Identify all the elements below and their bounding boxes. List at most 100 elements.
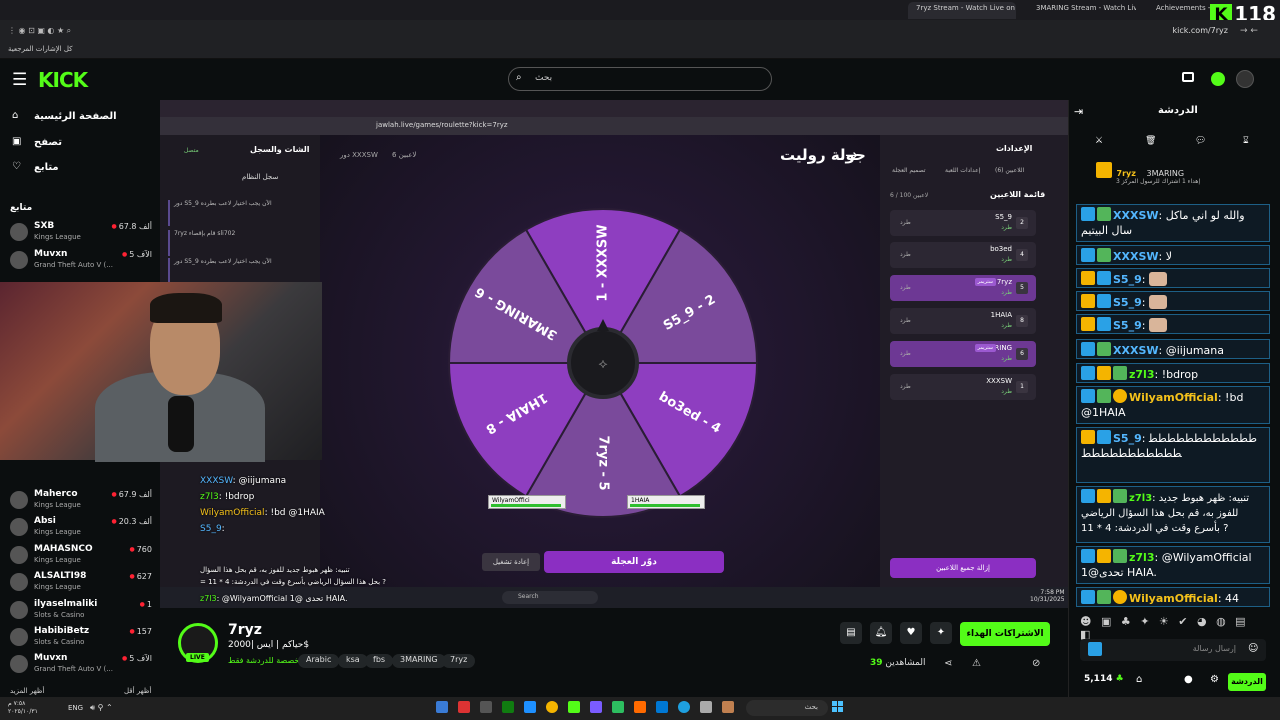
chat-message[interactable]: XXXSW: لا — [1076, 245, 1270, 265]
chat-message[interactable]: WilyamOfficial: 44 — [1076, 587, 1270, 607]
bookmark-all[interactable]: كل الإشارات المرجعية — [8, 45, 73, 53]
chat-user[interactable]: XXXSW — [1113, 209, 1159, 222]
clip-icon[interactable]: ▤ — [840, 622, 862, 644]
player-card[interactable]: bo3ed طرد 4 طرد — [890, 242, 1036, 268]
back-icon[interactable]: → ← — [1240, 26, 1258, 36]
trash-icon[interactable]: 🗑︎ — [1145, 136, 1156, 146]
channel-points[interactable]: 5,114 ♣ — [1084, 674, 1124, 684]
tab-7ryz[interactable]: 7ryz Stream - Watch Live on Kick — [908, 2, 1016, 19]
chat-message[interactable]: z7l3: @WilyamOfficial 1@تحدى HAIA. — [1076, 546, 1270, 584]
chat-user[interactable]: XXXSW — [1113, 344, 1159, 357]
collapse-chat-icon[interactable]: ⇥ — [1074, 105, 1083, 118]
stream-tag[interactable]: fbs — [365, 654, 394, 668]
tray-icons[interactable]: 🔊︎ ⚲ ⌃ — [90, 703, 113, 713]
kick-player-button[interactable]: طرد — [900, 251, 911, 258]
windows-start-icon[interactable] — [832, 701, 844, 713]
channel-item[interactable]: ilyaselmaliki Slots & Casino 1 — [8, 598, 156, 626]
taskbar-app-icon[interactable] — [722, 701, 734, 713]
stream-tag[interactable]: Arabic — [298, 654, 340, 668]
channel-item[interactable]: Maherco Kings League 67.9 ألف — [8, 488, 156, 516]
nav-following[interactable]: ♡ متابع — [12, 161, 152, 181]
star-icon[interactable]: ✦ — [930, 622, 952, 644]
chat-user[interactable]: WilyamOfficial — [1129, 592, 1218, 605]
taskbar-app-icon[interactable] — [634, 701, 646, 713]
emote-bar[interactable]: ☻ ▣ ♣ ✦ ☀ ✔ ◕ ◍ ▤ ◧ — [1080, 615, 1266, 641]
chat-message[interactable]: z7l3: !bdrop — [1076, 363, 1270, 383]
hide-icon[interactable]: ⊘ — [1032, 658, 1040, 669]
hourglass-icon[interactable]: ⌛︎ — [1243, 136, 1249, 146]
gift-subs-button[interactable]: الاشتراكات الهداء — [960, 622, 1050, 646]
address-bar[interactable] — [0, 20, 1280, 42]
taskbar-app-icon[interactable] — [590, 701, 602, 713]
chat-message[interactable]: XXXSW: @iijumana — [1076, 339, 1270, 359]
kick-player-button[interactable]: طرد — [900, 317, 911, 324]
taskbar-app-icon[interactable] — [568, 701, 580, 713]
windows-search[interactable]: بحث — [746, 700, 828, 716]
search-input[interactable]: بحث — [508, 67, 772, 91]
show-more-button[interactable]: أظهر المزيد — [10, 687, 44, 695]
kick-player-button[interactable]: طرد — [900, 284, 911, 291]
user-avatar[interactable] — [1236, 70, 1254, 88]
tab-game-settings[interactable]: إعدادات اللعبة — [945, 167, 980, 174]
remove-all-players-button[interactable]: إزالة جميع اللاعبين — [890, 558, 1036, 578]
nav-home[interactable]: ⌂ الصفحة الرئيسية — [12, 110, 152, 130]
chat-user[interactable]: z7l3 — [1129, 551, 1154, 564]
taskbar-app-icon[interactable] — [458, 701, 470, 713]
chat-user[interactable]: S5_9 — [1113, 319, 1142, 332]
channel-item[interactable]: HabibiBetz Slots & Casino 157 — [8, 625, 156, 653]
chat-user[interactable]: S5_9 — [1113, 432, 1142, 445]
tab-players[interactable]: اللاعبين (6) — [995, 167, 1024, 174]
show-less-button[interactable]: أظهر أقل — [124, 687, 151, 695]
chat-message[interactable]: WilyamOfficial: !bd @1HAIA — [1076, 386, 1270, 424]
channel-item[interactable]: Absi Kings League 20.3 ألف — [8, 515, 156, 543]
store-icon[interactable]: ⌂ — [1136, 674, 1142, 685]
language-indicator[interactable]: ENG — [68, 704, 83, 712]
taskbar-app-icon[interactable] — [678, 701, 690, 713]
settings-gear-icon[interactable]: ⚙ — [1210, 674, 1219, 685]
kick-logo[interactable]: KICK — [38, 68, 88, 92]
player-card[interactable]: 3MARINGستريمرطرد6طرد — [890, 341, 1036, 367]
channel-item[interactable]: ALSALTI98 Kings League 627 — [8, 570, 156, 598]
share-icon[interactable]: ⋖ — [944, 658, 952, 669]
kick-player-button[interactable]: طرد — [900, 350, 911, 357]
arrow-right-icon[interactable]: → — [845, 146, 858, 164]
kick-player-button[interactable]: طرد — [900, 219, 911, 226]
player-card[interactable]: 7ryz ستريمر طرد 5 طرد — [890, 275, 1036, 301]
chat-message[interactable]: S5_9: ططططططططططططططططططططططط — [1076, 427, 1270, 483]
player-card[interactable]: 1HAIA طرد 8 طرد — [890, 308, 1036, 334]
chat-user[interactable]: XXXSW — [1113, 250, 1159, 263]
reset-button[interactable]: إعادة تشغيل — [482, 553, 540, 571]
chat-message[interactable]: S5_9: — [1076, 291, 1270, 311]
chat-message[interactable]: S5_9: — [1076, 268, 1270, 288]
chat-message[interactable]: z7l3: تنبيه: ظهر هبوط جديد للفوز به، قم … — [1076, 486, 1270, 543]
chat-user[interactable]: z7l3 — [1129, 368, 1154, 381]
channel-item[interactable]: SXB Kings League 67.8 ألف — [8, 220, 156, 248]
taskbar-app-icon[interactable] — [502, 701, 514, 713]
chat-message[interactable]: S5_9: — [1076, 314, 1270, 334]
tab-achievements[interactable]: Achievements - Kick — [1148, 2, 1218, 19]
taskbar-app-icon[interactable] — [612, 701, 624, 713]
chat-send-button[interactable]: الدردشة — [1228, 673, 1266, 691]
taskbar-app-icon[interactable] — [700, 701, 712, 713]
channel-item[interactable]: Muvxn Grand Theft Auto V (... 5 الآف — [8, 248, 156, 276]
report-icon[interactable]: ⚠ — [972, 658, 981, 669]
bubble-icon[interactable]: 💬︎ — [1195, 136, 1206, 146]
taskbar-app-icon[interactable] — [480, 701, 492, 713]
tab-3maring[interactable]: 3MARING Stream - Watch Live on Kick — [1028, 2, 1136, 19]
bell-icon[interactable]: 🔔︎ — [870, 622, 892, 644]
roulette-wheel[interactable]: 1 - XXXSWS5_9 - 2bo3ed - 47ryz - 51HAIA … — [447, 207, 759, 519]
channel-item[interactable]: MAHASNCO Kings League 760 — [8, 543, 156, 571]
heart-follow-icon[interactable]: ♥ — [900, 622, 922, 644]
tab-wheel-design[interactable]: تصميم العجلة — [892, 167, 926, 174]
emoji-icon[interactable]: ☺ — [1248, 643, 1258, 654]
taskbar-app-icon[interactable] — [524, 701, 536, 713]
player-card[interactable]: S5_9 طرد 2 طرد — [890, 210, 1036, 236]
kick-player-button[interactable]: طرد — [900, 383, 911, 390]
browser-toolbar-icons[interactable]: ⋮ ◉ ⊡ ▣ ◐ ★ ⌕ — [8, 26, 71, 36]
stream-category[interactable]: مخصصة للدردشة فقط — [228, 656, 304, 665]
taskbar-app-icon[interactable] — [656, 701, 668, 713]
chat-bubble-icon[interactable]: ● — [1184, 674, 1193, 685]
kick-coin-icon[interactable] — [1211, 72, 1225, 86]
address-text[interactable]: kick.com/7ryz — [1172, 26, 1228, 35]
channel-item[interactable]: Muvxn Grand Theft Auto V (... 5 الآف — [8, 652, 156, 680]
